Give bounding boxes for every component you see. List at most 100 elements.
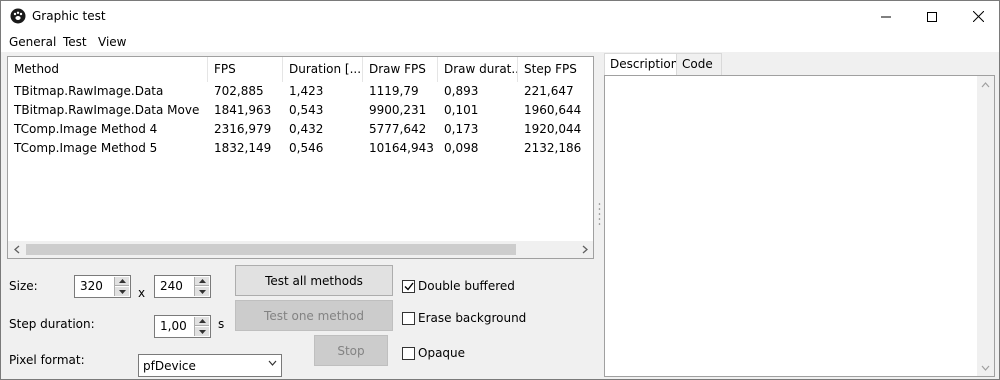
cell-fps: 702,885 bbox=[214, 84, 264, 98]
scroll-right-button[interactable] bbox=[576, 241, 593, 258]
scroll-down-button[interactable] bbox=[977, 359, 994, 376]
width-spinner[interactable]: 320 bbox=[74, 275, 131, 298]
column-header-duration[interactable]: Duration [... bbox=[283, 57, 363, 82]
height-value: 240 bbox=[160, 279, 183, 293]
table-row[interactable]: TComp.Image Method 4 2316,979 0,432 5777… bbox=[8, 120, 593, 139]
results-grid[interactable]: Method FPS Duration [... Draw FPS Draw d… bbox=[7, 56, 594, 259]
erase-background-checkbox[interactable]: Erase background bbox=[402, 311, 526, 325]
cell-duration: 1,423 bbox=[289, 84, 324, 98]
cell-duration: 0,543 bbox=[289, 103, 324, 117]
cell-fps: 1841,963 bbox=[214, 103, 272, 117]
column-header-draw-fps[interactable]: Draw FPS bbox=[363, 57, 438, 82]
arrow-down-icon bbox=[198, 329, 206, 334]
width-spin-buttons bbox=[114, 277, 129, 296]
vertical-scrollbar[interactable] bbox=[977, 76, 994, 376]
width-decrease-button[interactable] bbox=[115, 287, 129, 296]
cell-draw-fps: 10164,943 bbox=[369, 141, 434, 155]
window-title: Graphic test bbox=[32, 9, 106, 23]
checkbox-box[interactable] bbox=[402, 311, 415, 325]
height-decrease-button[interactable] bbox=[195, 287, 209, 296]
double-buffered-checkbox[interactable]: Double buffered bbox=[402, 279, 515, 293]
splitter-grip-icon[interactable] bbox=[598, 201, 601, 231]
tab-code[interactable]: Code bbox=[676, 53, 722, 76]
step-increase-button[interactable] bbox=[195, 317, 209, 326]
column-header-method[interactable]: Method bbox=[8, 57, 208, 82]
column-header-draw-duration[interactable]: Draw durat... bbox=[438, 57, 518, 82]
test-one-method-button[interactable]: Test one method bbox=[235, 300, 393, 331]
step-duration-label: Step duration: bbox=[9, 317, 95, 331]
scroll-left-button[interactable] bbox=[8, 241, 25, 258]
cell-draw-fps: 5777,642 bbox=[369, 122, 427, 136]
chevron-up-icon bbox=[981, 81, 990, 87]
cell-method: TComp.Image Method 5 bbox=[14, 141, 158, 155]
arrow-up-icon bbox=[198, 279, 206, 283]
scroll-up-button[interactable] bbox=[977, 76, 994, 93]
table-row[interactable]: TBitmap.RawImage.Data 702,885 1,423 1119… bbox=[8, 82, 593, 101]
cell-method: TBitmap.RawImage.Data Move bbox=[14, 103, 200, 117]
title-bar: Graphic test bbox=[1, 1, 999, 32]
cell-draw-duration: 0,173 bbox=[444, 122, 479, 136]
cell-method: TBitmap.RawImage.Data bbox=[14, 84, 164, 98]
grid-header: Method FPS Duration [... Draw FPS Draw d… bbox=[8, 57, 593, 82]
pixel-format-label: Pixel format: bbox=[9, 353, 85, 367]
step-decrease-button[interactable] bbox=[195, 327, 209, 336]
cell-draw-fps: 1119,79 bbox=[369, 84, 419, 98]
width-increase-button[interactable] bbox=[115, 277, 129, 286]
menu-view[interactable]: View bbox=[98, 35, 126, 49]
cell-step-fps: 221,647 bbox=[524, 84, 574, 98]
table-row[interactable]: TBitmap.RawImage.Data Move 1841,963 0,54… bbox=[8, 101, 593, 120]
cell-draw-duration: 0,101 bbox=[444, 103, 479, 117]
cell-step-fps: 2132,186 bbox=[524, 141, 582, 155]
chevron-right-icon bbox=[582, 245, 588, 254]
close-button[interactable] bbox=[955, 1, 1000, 32]
opaque-label: Opaque bbox=[418, 346, 466, 360]
stop-button[interactable]: Stop bbox=[314, 335, 388, 366]
checkbox-box[interactable] bbox=[402, 279, 415, 293]
height-spinner[interactable]: 240 bbox=[154, 275, 211, 298]
step-spin-buttons bbox=[194, 317, 209, 336]
arrow-down-icon bbox=[118, 289, 126, 294]
horizontal-scrollbar[interactable] bbox=[8, 241, 593, 258]
chevron-left-icon bbox=[13, 245, 19, 254]
column-header-fps[interactable]: FPS bbox=[208, 57, 283, 82]
chevron-down-icon bbox=[268, 360, 277, 366]
column-header-step-fps[interactable]: Step FPS bbox=[518, 57, 593, 82]
height-increase-button[interactable] bbox=[195, 277, 209, 286]
cell-method: TComp.Image Method 4 bbox=[14, 122, 158, 136]
double-buffered-label: Double buffered bbox=[418, 279, 515, 293]
minimize-button[interactable] bbox=[863, 1, 909, 32]
menu-test[interactable]: Test bbox=[63, 35, 87, 49]
app-window: Graphic test General Test View Method FP… bbox=[0, 0, 1000, 380]
scrollbar-thumb[interactable] bbox=[26, 244, 516, 255]
arrow-up-icon bbox=[118, 279, 126, 283]
cell-duration: 0,432 bbox=[289, 122, 324, 136]
step-unit-label: s bbox=[218, 317, 225, 331]
cell-draw-duration: 0,098 bbox=[444, 141, 479, 155]
cell-duration: 0,546 bbox=[289, 141, 324, 155]
erase-background-label: Erase background bbox=[418, 311, 527, 325]
step-duration-spinner[interactable]: 1,00 bbox=[154, 315, 211, 338]
cell-draw-fps: 9900,231 bbox=[369, 103, 427, 117]
minimize-icon bbox=[881, 16, 891, 17]
table-row[interactable]: TComp.Image Method 5 1832,149 0,546 1016… bbox=[8, 139, 593, 158]
menu-general[interactable]: General bbox=[9, 35, 56, 49]
opaque-checkbox[interactable]: Opaque bbox=[402, 346, 465, 360]
arrow-down-icon bbox=[198, 289, 206, 294]
app-paw-icon bbox=[10, 8, 26, 24]
tab-description[interactable]: Description bbox=[604, 53, 678, 77]
cell-fps: 1832,149 bbox=[214, 141, 272, 155]
cell-step-fps: 1920,044 bbox=[524, 122, 582, 136]
checkmark-icon bbox=[404, 282, 414, 291]
maximize-button[interactable] bbox=[909, 1, 955, 32]
test-all-methods-button[interactable]: Test all methods bbox=[235, 265, 393, 296]
description-panel[interactable] bbox=[604, 75, 995, 377]
height-spin-buttons bbox=[194, 277, 209, 296]
chevron-down-icon bbox=[981, 365, 990, 371]
cell-step-fps: 1960,644 bbox=[524, 103, 582, 117]
checkbox-box[interactable] bbox=[402, 346, 415, 360]
size-label: Size: bbox=[9, 279, 38, 293]
cell-draw-duration: 0,893 bbox=[444, 84, 479, 98]
menu-bar: General Test View bbox=[1, 32, 999, 52]
close-icon bbox=[972, 11, 984, 22]
pixel-format-select[interactable]: pfDevice bbox=[138, 354, 282, 377]
